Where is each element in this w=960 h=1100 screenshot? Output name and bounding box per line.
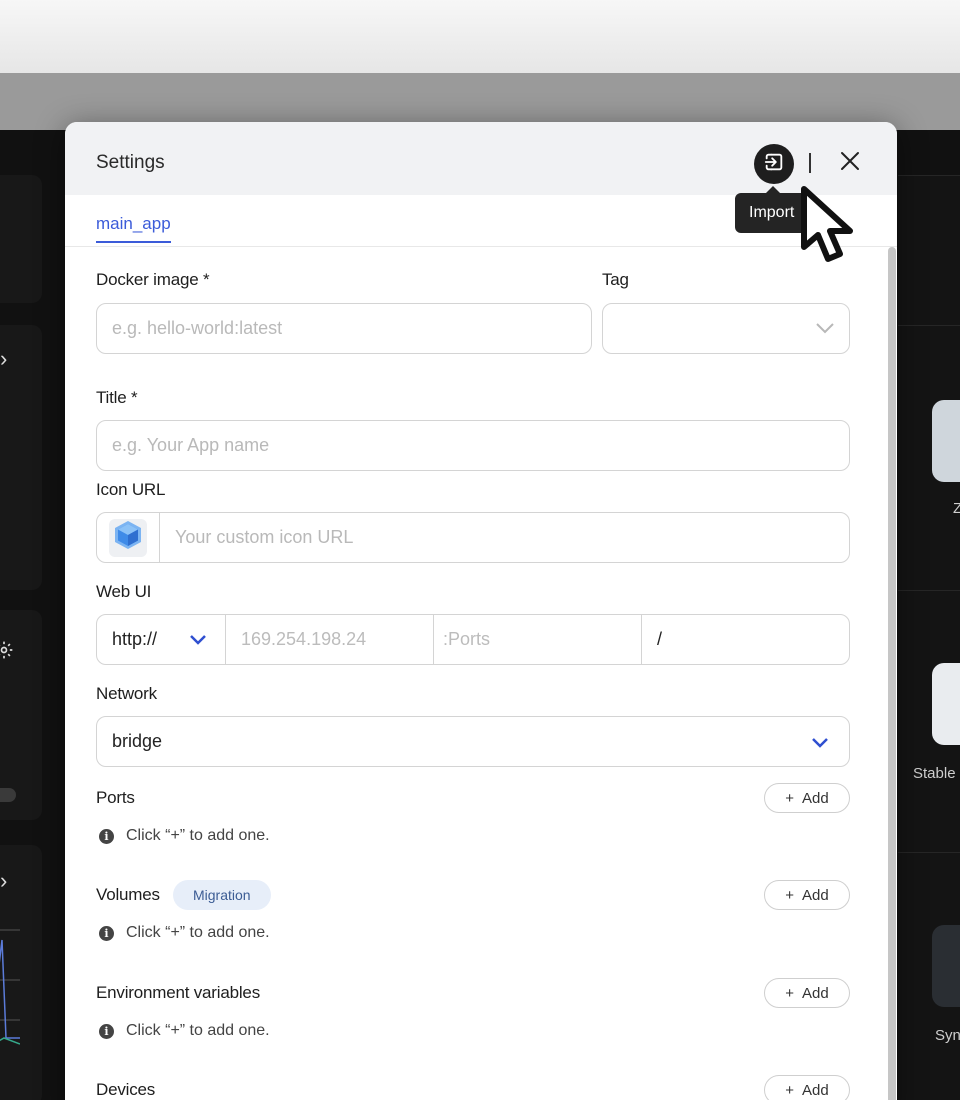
network-label: Network [96,684,157,703]
protocol-value: http:// [112,629,158,649]
info-icon: i [99,925,114,941]
title-field[interactable] [96,420,850,471]
web-ui-field[interactable]: http:// 169.254.198.24 :Ports / [96,614,850,665]
plus-icon: + [785,886,795,904]
add-volume-button[interactable]: + Add [764,880,850,910]
tag-select[interactable] [602,303,850,354]
bg-app-label-2: Stable [913,765,956,782]
migration-badge[interactable]: Migration [173,880,271,910]
import-button[interactable] [754,144,794,184]
import-tooltip-text: Import [749,204,795,221]
add-device-label: Add [802,1081,829,1099]
protocol-select[interactable]: http:// [97,615,226,664]
env-label: Environment variables [96,983,260,1002]
volumes-label: Volumes [96,885,160,904]
network-select[interactable]: bridge [96,716,850,767]
icon-url-field[interactable] [96,512,850,563]
plus-icon: + [785,1081,795,1099]
close-button[interactable] [836,149,864,177]
icon-url-input[interactable] [175,513,825,562]
header-divider [809,153,811,173]
close-icon [840,151,860,176]
docker-image-field[interactable] [96,303,592,354]
add-device-button[interactable]: + Add [764,1075,850,1100]
network-value: bridge [112,731,163,751]
info-icon: i [99,828,114,844]
ports-hint: i Click “+” to add one. [99,827,270,845]
chevron-down-icon [815,321,835,340]
add-env-label: Add [802,984,829,1002]
gear-icon[interactable] [0,640,14,665]
ports-value: :Ports [443,629,491,649]
chevron-down-icon [811,736,829,754]
bg-right-panel-1 [898,175,960,325]
bg-graph [0,929,20,1045]
add-port-button[interactable]: + Add [764,783,850,813]
bg-widget-1 [0,175,42,303]
dialog-title: Settings [96,152,165,173]
host-input[interactable]: 169.254.198.24 [226,615,434,664]
title-label: Title * [96,388,138,407]
path-input[interactable]: / [642,615,849,664]
devices-label: Devices [96,1080,156,1099]
bg-app-icon-2[interactable] [932,663,960,745]
browser-top-bar [0,0,960,73]
scrollbar-thumb[interactable] [888,247,896,1100]
icon-url-label: Icon URL [96,480,166,499]
cube-icon [114,520,142,555]
dialog-header: Settings [65,122,897,195]
add-env-button[interactable]: + Add [764,978,850,1008]
bg-app-icon-3[interactable] [932,925,960,1007]
env-hint: i Click “+” to add one. [99,1022,270,1040]
ports-input[interactable]: :Ports [434,615,642,664]
tag-label: Tag [602,270,629,289]
docker-image-input[interactable] [112,304,557,353]
chevron-right-icon[interactable]: › [0,870,7,892]
add-port-label: Add [802,789,829,807]
add-volume-label: Add [802,886,829,904]
pointer-cursor-icon [798,183,868,272]
tooltip-arrow [766,186,780,193]
title-input[interactable] [112,421,789,470]
import-icon [763,151,785,178]
env-hint-text: Click “+” to add one. [126,1022,270,1039]
ports-label: Ports [96,788,135,807]
plus-icon: + [785,984,795,1002]
tag-value [618,304,839,353]
tab-main-app[interactable]: main_app [96,214,171,243]
chevron-right-icon[interactable]: › [0,348,7,370]
bg-app-label-3: Syn [935,1027,960,1044]
ports-hint-text: Click “+” to add one. [126,827,270,844]
info-icon: i [99,1023,114,1039]
volumes-hint-text: Click “+” to add one. [126,924,270,941]
docker-image-label: Docker image * [96,270,210,289]
host-value: 169.254.198.24 [241,629,367,649]
bg-toggle [0,788,16,802]
icon-preview [97,513,160,562]
plus-icon: + [785,789,795,807]
path-value: / [657,629,663,649]
bg-app-icon-1[interactable] [932,400,960,482]
scrollbar[interactable] [886,247,897,1100]
settings-dialog: Settings main_app Docker image * Tag e.g… [65,122,897,1100]
chevron-down-icon [189,633,207,651]
web-ui-label: Web UI [96,582,152,601]
volumes-hint: i Click “+” to add one. [99,924,270,942]
bg-app-label-1: Z [953,500,960,517]
